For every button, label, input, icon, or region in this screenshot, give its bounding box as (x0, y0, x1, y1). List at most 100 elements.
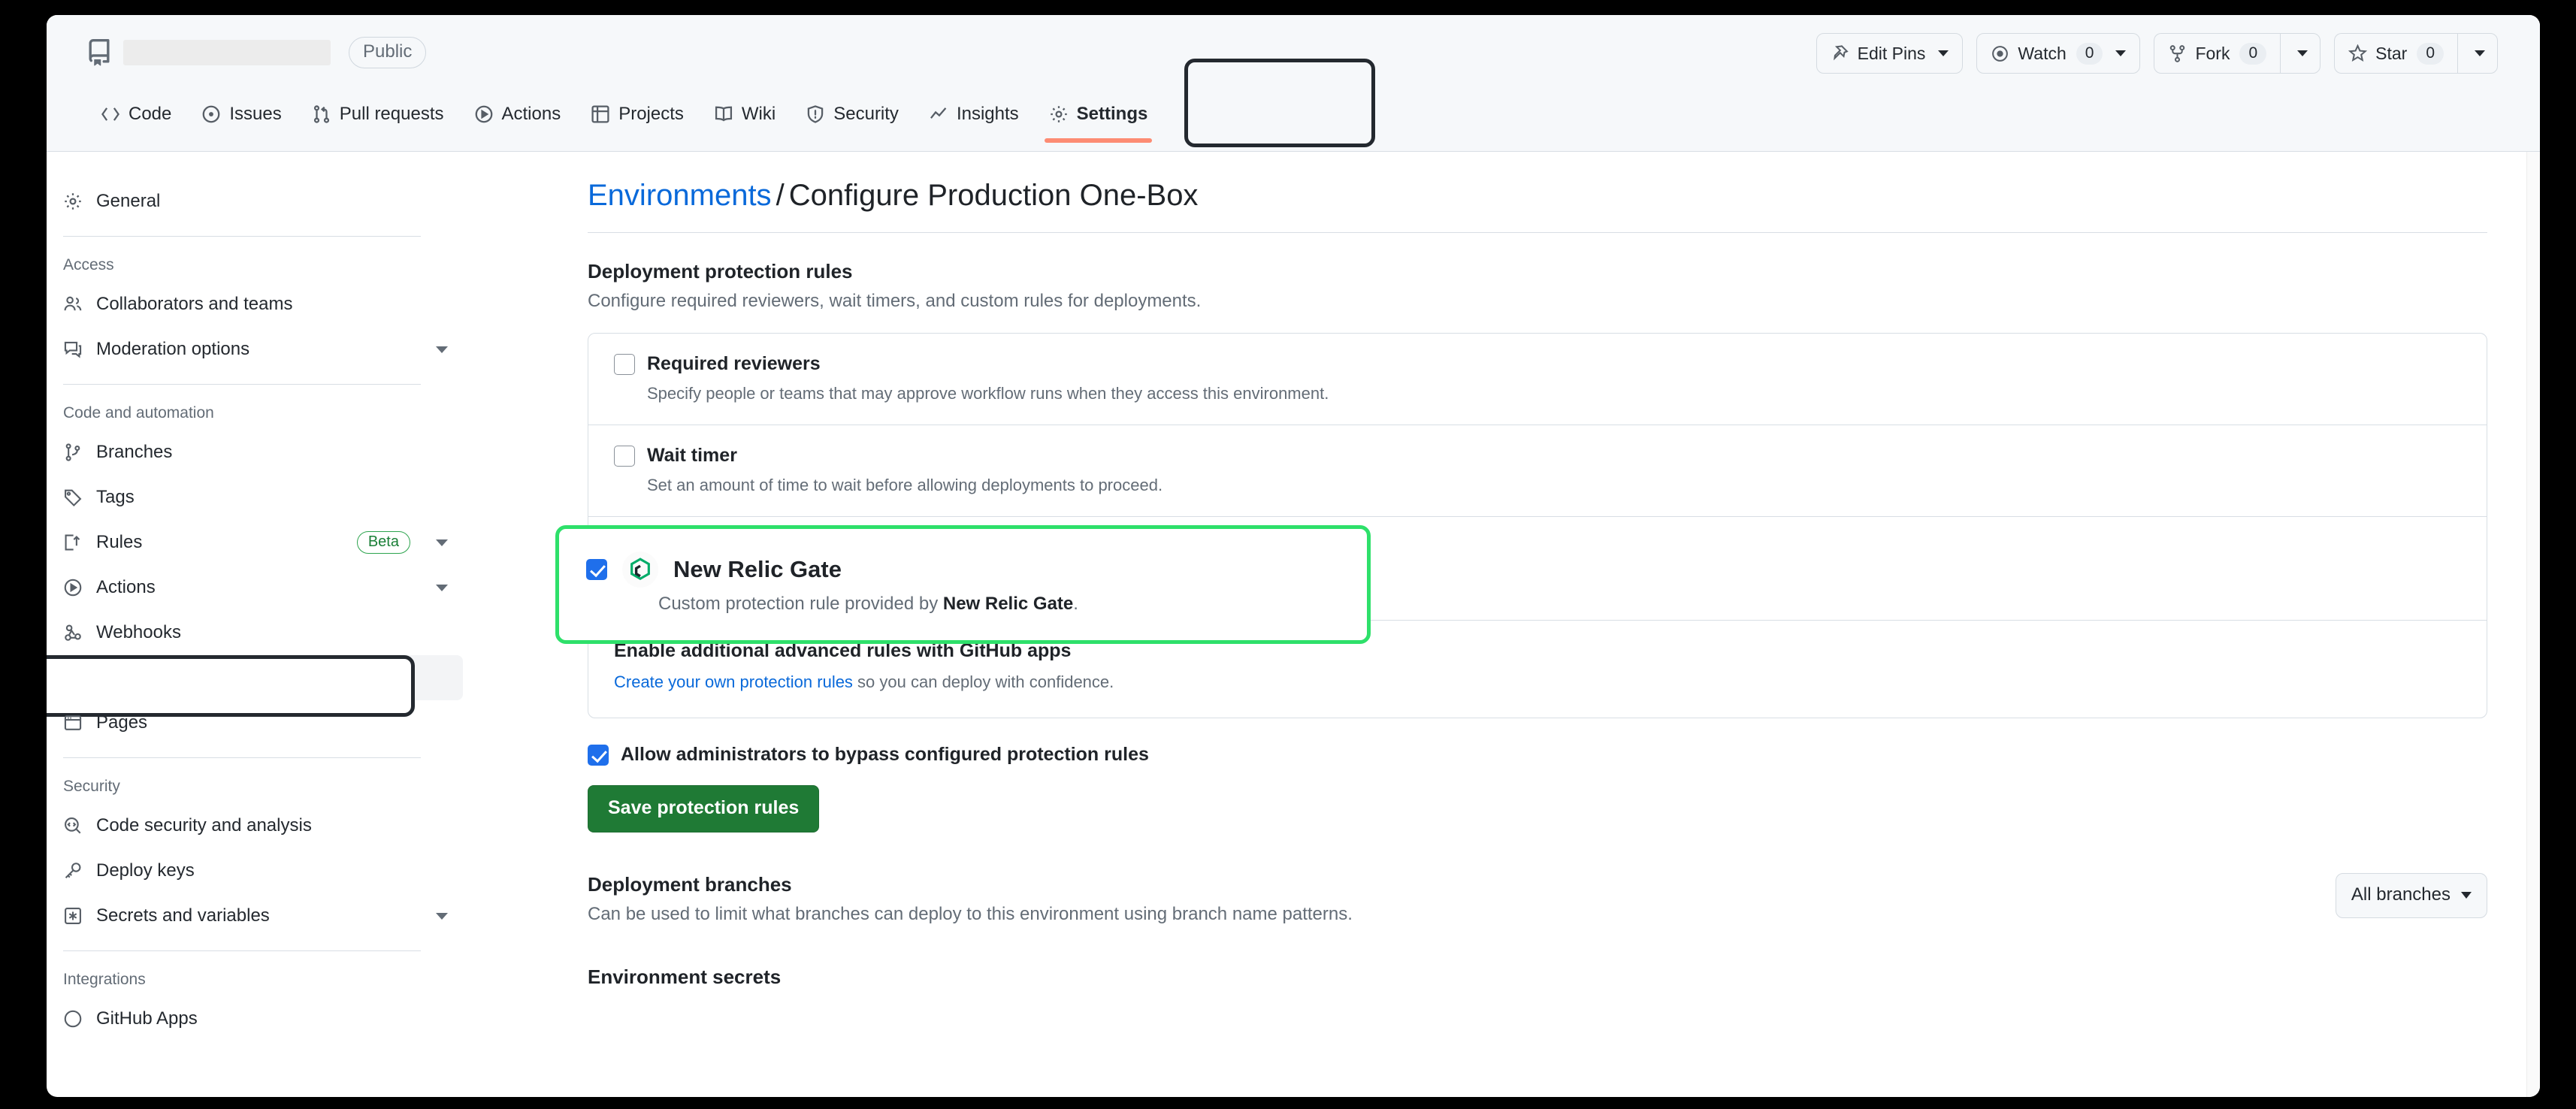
chevron-down-icon[interactable] (1938, 50, 1949, 56)
required-reviewers-label: Required reviewers (647, 353, 821, 375)
new-relic-desc-app: New Relic Gate (943, 594, 1073, 614)
sidebar-heading-integrations: Integrations (47, 971, 463, 989)
sidebar-item-branches[interactable]: Branches (47, 430, 463, 475)
sidebar-item-actions[interactable]: Actions (47, 565, 463, 610)
tab-issues[interactable]: Issues (186, 104, 296, 143)
rule-wait-timer: Wait timer Set an amount of time to wait… (588, 425, 2487, 517)
sidebar-item-tags-label: Tags (96, 487, 452, 508)
tab-code[interactable]: Code (86, 104, 186, 143)
sidebar-item-pages[interactable]: Pages (47, 700, 463, 745)
sidebar-item-rules[interactable]: Rules Beta (47, 520, 463, 565)
sidebar-divider (63, 384, 421, 385)
new-relic-gate-checkbox[interactable] (586, 559, 607, 580)
watch-button[interactable]: Watch 0 (1976, 33, 2140, 74)
deployment-protection-title: Deployment protection rules (588, 260, 2487, 283)
graph-icon (929, 104, 948, 124)
deployment-protection-subtitle: Configure required reviewers, wait timer… (588, 291, 2487, 312)
issue-icon (201, 104, 221, 124)
pin-icon (1831, 44, 1849, 63)
sidebar-item-tags[interactable]: Tags (47, 475, 463, 520)
sidebar-item-pages-label: Pages (96, 712, 452, 733)
sidebar-item-environments[interactable]: Environments (47, 655, 463, 700)
gear-icon (1049, 104, 1069, 124)
eye-icon (1991, 44, 2009, 63)
bypass-checkbox[interactable] (588, 745, 609, 766)
key-icon (63, 861, 83, 881)
sidebar-item-secrets-variables[interactable]: Secrets and variables (47, 893, 463, 938)
chevron-down-icon[interactable] (436, 346, 448, 353)
deployment-branches-subtitle: Can be used to limit what branches can d… (588, 904, 1353, 925)
rules-icon (63, 533, 83, 552)
create-protection-rules-link[interactable]: Create your own protection rules (614, 672, 853, 691)
tab-actions-label: Actions (502, 104, 561, 125)
sidebar-heading-access: Access (47, 256, 463, 274)
environment-secrets-title: Environment secrets (588, 965, 2487, 989)
tab-wiki[interactable]: Wiki (699, 104, 791, 143)
sidebar-item-moderation[interactable]: Moderation options (47, 327, 463, 372)
sidebar-item-deploy-keys[interactable]: Deploy keys (47, 848, 463, 893)
wait-timer-checkbox[interactable] (614, 446, 635, 467)
sidebar-item-actions-label: Actions (96, 577, 422, 598)
tab-actions[interactable]: Actions (459, 104, 576, 143)
tab-pull-requests[interactable]: Pull requests (297, 104, 459, 143)
sidebar-item-code-security[interactable]: Code security and analysis (47, 803, 463, 848)
pr-icon (312, 104, 331, 124)
sidebar-divider (63, 236, 421, 237)
chevron-down-icon[interactable] (2475, 50, 2485, 56)
edit-pins-button[interactable]: Edit Pins (1816, 33, 1964, 74)
tab-settings[interactable]: Settings (1034, 104, 1163, 143)
tab-security-label: Security (833, 104, 899, 125)
settings-main-content: Environments/Configure Production One-Bo… (505, 152, 2540, 1097)
fork-dropdown-button[interactable] (2280, 33, 2321, 74)
settings-sidebar: General Access Collaborators and teams (47, 152, 505, 1097)
chevron-down-icon[interactable] (2461, 892, 2472, 899)
breadcrumb: Environments/Configure Production One-Bo… (588, 179, 2487, 233)
sidebar-item-branches-label: Branches (96, 442, 452, 463)
webhook-icon (63, 623, 83, 642)
sidebar-item-code-security-label: Code security and analysis (96, 815, 452, 836)
bypass-label: Allow administrators to bypass configure… (621, 744, 1149, 766)
fork-button[interactable]: Fork 0 (2154, 33, 2280, 74)
chevron-down-icon[interactable] (436, 539, 448, 546)
new-relic-gate-head: New Relic Gate (586, 551, 1341, 588)
required-reviewers-checkbox[interactable] (614, 354, 635, 375)
sidebar-item-github-apps[interactable]: GitHub Apps (47, 996, 463, 1041)
tab-insights[interactable]: Insights (914, 104, 1034, 143)
sidebar-heading-code-automation: Code and automation (47, 404, 463, 422)
tab-projects-label: Projects (618, 104, 684, 125)
tab-projects[interactable]: Projects (576, 104, 699, 143)
breadcrumb-separator: / (776, 179, 785, 212)
fork-label: Fork (2195, 44, 2230, 64)
all-branches-dropdown-label: All branches (2351, 884, 2451, 905)
deployment-branches-section: Deployment branches Can be used to limit… (588, 873, 2487, 925)
sidebar-item-collaborators[interactable]: Collaborators and teams (47, 282, 463, 327)
chevron-down-icon[interactable] (436, 585, 448, 591)
sidebar-item-webhooks[interactable]: Webhooks (47, 610, 463, 655)
new-relic-desc-suffix: . (1073, 594, 1078, 614)
breadcrumb-environments-link[interactable]: Environments (588, 179, 772, 212)
pages-icon (63, 713, 83, 733)
page-scrollbar[interactable] (2526, 152, 2540, 1097)
chevron-down-icon[interactable] (436, 913, 448, 920)
star-icon (2348, 44, 2367, 63)
sidebar-item-github-apps-label: GitHub Apps (96, 1008, 452, 1029)
repo-icon (86, 39, 113, 66)
chevron-down-icon[interactable] (2297, 50, 2308, 56)
github-page: Public Edit Pins (47, 15, 2540, 1097)
deployment-branches-title: Deployment branches (588, 873, 1353, 896)
repo-nav-tabs: Code Issues Pull requests (47, 71, 2540, 143)
tab-security[interactable]: Security (791, 104, 914, 143)
all-branches-dropdown[interactable]: All branches (2336, 873, 2487, 918)
star-button[interactable]: Star 0 (2334, 33, 2457, 74)
rule-required-reviewers: Required reviewers Specify people or tea… (588, 334, 2487, 425)
sidebar-item-general[interactable]: General (47, 179, 463, 224)
sidebar-item-moderation-label: Moderation options (96, 339, 422, 360)
new-relic-gate-callout-highlight: New Relic Gate Custom protection rule pr… (555, 525, 1371, 644)
chevron-down-icon[interactable] (2115, 50, 2126, 56)
advanced-rules-description: Create your own protection rules so you … (614, 672, 2461, 692)
branch-icon (63, 443, 83, 462)
repo-name-redacted[interactable] (123, 40, 331, 65)
asterisk-icon (63, 906, 83, 926)
star-dropdown-button[interactable] (2457, 33, 2498, 74)
save-protection-rules-button[interactable]: Save protection rules (588, 785, 819, 833)
